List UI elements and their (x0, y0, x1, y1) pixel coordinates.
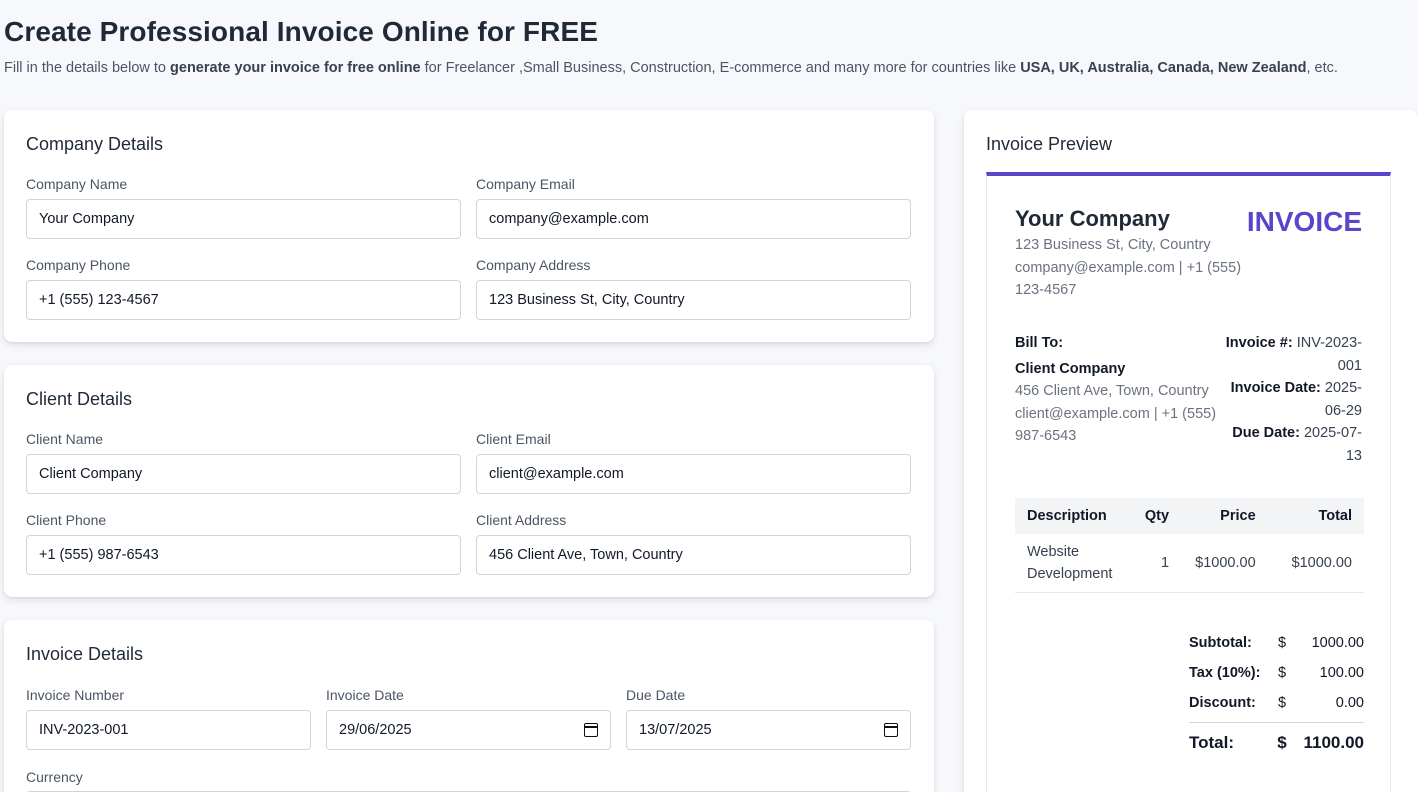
client-phone-label: Client Phone (26, 512, 107, 528)
invoice-details-card: Invoice Details Invoice Number INV-2023-… (4, 620, 934, 792)
client-details-card: Client Details Client Name Client Compan… (4, 365, 934, 597)
invoice-document: Your Company INVOICE 123 Business St, Ci… (986, 172, 1391, 792)
invoice-number-input[interactable]: INV-2023-001 (26, 710, 311, 750)
client-email-input[interactable]: client@example.com (476, 454, 911, 494)
totals-block: Subtotal: $1000.00 Tax (10%): $100.00 Disc… (1189, 628, 1364, 762)
client-email-label: Client Email (476, 431, 551, 447)
client-name-label: Client Name (26, 431, 104, 447)
page-title: Create Professional Invoice Online for F… (4, 16, 599, 47)
items-table: Description Qty Price Total Website Deve… (1015, 498, 1364, 593)
preview-client-name: Client Company (1015, 361, 1126, 377)
calendar-icon[interactable] (884, 723, 898, 737)
calendar-icon[interactable] (584, 723, 598, 737)
item-total: $1000.00 (1267, 534, 1364, 593)
company-name-label: Company Name (26, 176, 128, 192)
table-row: Website Development 1 $1000.00 $1000.00 (1015, 534, 1364, 593)
col-qty: Qty (1129, 498, 1182, 534)
item-price: $1000.00 (1181, 534, 1268, 593)
bill-to-label: Bill To: (1015, 335, 1064, 351)
company-phone-label: Company Phone (26, 257, 131, 273)
col-total: Total (1267, 498, 1364, 534)
preview-due-date: Due Date: 2025-07-13 (1232, 425, 1362, 464)
intro-text: Fill in the details below to generate yo… (4, 60, 1338, 76)
invoice-date-input[interactable]: 29/06/2025 (326, 710, 611, 750)
bill-to-block: Bill To: Client Company 456 Client Ave, … (1015, 332, 1225, 448)
client-details-title: Client Details (26, 389, 133, 409)
due-date-label: Due Date (626, 687, 686, 703)
col-price: Price (1181, 498, 1268, 534)
total-row: Total: $1100.00 (1189, 722, 1364, 762)
preview-client-address: 456 Client Ave, Town, Country (1015, 383, 1209, 399)
due-date-input[interactable]: 13/07/2025 (626, 710, 911, 750)
preview-invoice-number: Invoice #: INV-2023-001 (1225, 335, 1362, 374)
client-address-input[interactable]: 456 Client Ave, Town, Country (476, 535, 911, 575)
company-name-input[interactable]: Your Company (26, 199, 461, 239)
item-qty: 1 (1129, 534, 1182, 593)
invoice-preview-title: Invoice Preview (986, 134, 1113, 154)
invoice-heading: INVOICE (1246, 206, 1362, 237)
preview-company-name: Your Company (1015, 206, 1170, 231)
company-address-input[interactable]: 123 Business St, City, Country (476, 280, 911, 320)
invoice-meta: Invoice #: INV-2023-001 Invoice Date: 20… (1222, 332, 1362, 467)
currency-label: Currency (26, 769, 83, 785)
invoice-date-label: Invoice Date (326, 687, 404, 703)
client-phone-input[interactable]: +1 (555) 987-6543 (26, 535, 461, 575)
invoice-preview-card: Invoice Preview Your Company INVOICE 123… (964, 110, 1418, 792)
company-details-title: Company Details (26, 134, 164, 154)
client-name-input[interactable]: Client Company (26, 454, 461, 494)
company-address-label: Company Address (476, 257, 591, 273)
company-details-card: Company Details Company Name Your Compan… (4, 110, 934, 342)
client-address-label: Client Address (476, 512, 567, 528)
discount-row: Discount: $0.00 (1189, 695, 1364, 711)
company-email-label: Company Email (476, 176, 575, 192)
preview-invoice-date: Invoice Date: 2025-06-29 (1230, 380, 1362, 419)
preview-company-info: 123 Business St, City, Country company@e… (1015, 234, 1255, 302)
company-phone-input[interactable]: +1 (555) 123-4567 (26, 280, 461, 320)
table-header-row: Description Qty Price Total (1015, 498, 1364, 534)
col-description: Description (1015, 498, 1130, 534)
invoice-details-title: Invoice Details (26, 644, 144, 664)
company-email-input[interactable]: company@example.com (476, 199, 911, 239)
subtotal-row: Subtotal: $1000.00 (1189, 635, 1364, 651)
item-description: Website Development (1015, 534, 1130, 593)
preview-company-address: 123 Business St, City, Country (1015, 237, 1211, 253)
invoice-number-label: Invoice Number (26, 687, 125, 703)
tax-row: Tax (10%): $100.00 (1189, 665, 1364, 681)
preview-client-contact: client@example.com | +1 (555) 987-6543 (1015, 405, 1217, 445)
preview-company-contact: company@example.com | +1 (555) 123-4567 (1015, 259, 1242, 299)
